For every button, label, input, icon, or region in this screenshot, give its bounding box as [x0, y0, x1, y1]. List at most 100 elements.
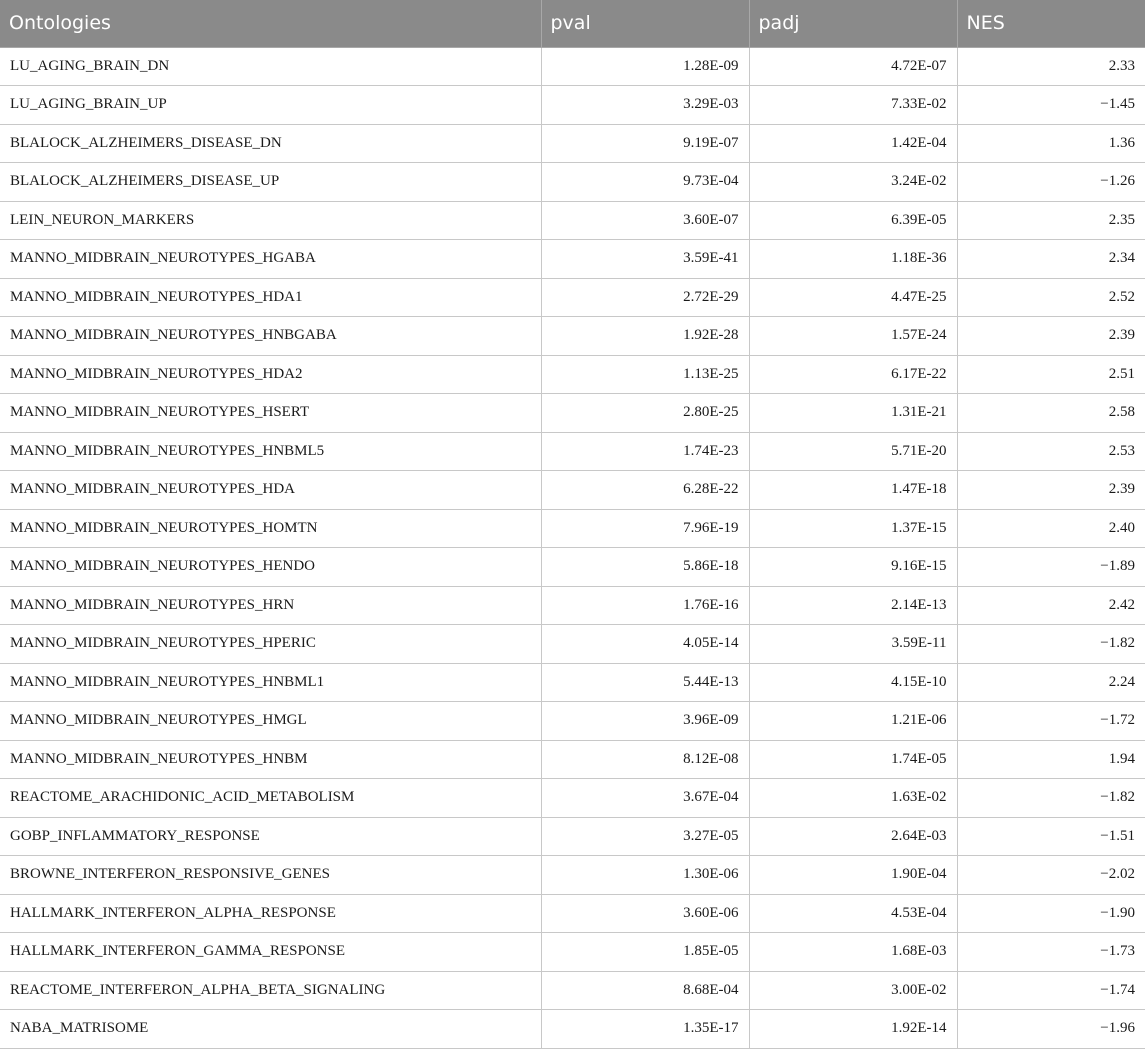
ontology-cell: MANNO_MIDBRAIN_NEUROTYPES_HENDO [0, 547, 542, 587]
nes-cell: −1.45 [956, 85, 1145, 125]
table-row: MANNO_MIDBRAIN_NEUROTYPES_HPERIC 4.05E-14… [0, 624, 1145, 664]
padj-cell: 2.64E-03 [748, 816, 958, 856]
table-row: LU_AGING_BRAIN_UP 3.29E-03 7.33E-02 −1.45 [0, 85, 1145, 125]
padj-cell: 1.31E-21 [748, 393, 958, 433]
ontology-table: Ontologies pval padj NES LU_AGING_BRAIN_… [0, 0, 1145, 1049]
pval-cell: 1.28E-09 [540, 46, 750, 86]
padj-cell: 6.39E-05 [748, 200, 958, 240]
table-row: MANNO_MIDBRAIN_NEUROTYPES_HOMTN 7.96E-19 1… [0, 508, 1145, 548]
pval-cell: 4.05E-14 [540, 624, 750, 664]
table-row: MANNO_MIDBRAIN_NEUROTYPES_HMGL 3.96E-09 1.… [0, 701, 1145, 741]
ontology-cell: MANNO_MIDBRAIN_NEUROTYPES_HNBM [0, 739, 542, 779]
padj-cell: 6.17E-22 [748, 354, 958, 394]
padj-cell: 1.57E-24 [748, 316, 958, 356]
table-row: MANNO_MIDBRAIN_NEUROTYPES_HDA2 1.13E-25 6.… [0, 354, 1145, 394]
table-row: MANNO_MIDBRAIN_NEUROTYPES_HENDO 5.86E-18 9… [0, 547, 1145, 587]
table-row: NABA_MATRISOME 1.35E-17 1.92E-14 −1.96 [0, 1009, 1145, 1049]
ontology-cell: HALLMARK_INTERFERON_GAMMA_RESPONSE [0, 932, 542, 972]
pval-cell: 1.76E-16 [540, 585, 750, 625]
pval-cell: 5.86E-18 [540, 547, 750, 587]
pval-cell: 8.68E-04 [540, 970, 750, 1010]
nes-cell: −1.51 [956, 816, 1145, 856]
table-row: HALLMARK_INTERFERON_GAMMA_RESPONSE 1.85E-… [0, 932, 1145, 972]
nes-cell: 2.52 [956, 277, 1145, 317]
nes-cell: 2.42 [956, 585, 1145, 625]
ontology-cell: MANNO_MIDBRAIN_NEUROTYPES_HPERIC [0, 624, 542, 664]
ontology-cell: MANNO_MIDBRAIN_NEUROTYPES_HDA2 [0, 354, 542, 394]
nes-cell: −1.72 [956, 701, 1145, 741]
table-row: MANNO_MIDBRAIN_NEUROTYPES_HRN 1.76E-16 2.1… [0, 585, 1145, 625]
nes-cell: −1.74 [956, 970, 1145, 1010]
ontology-cell: HALLMARK_INTERFERON_ALPHA_RESPONSE [0, 893, 542, 933]
ontology-cell: MANNO_MIDBRAIN_NEUROTYPES_HNBGABA [0, 316, 542, 356]
padj-cell: 1.47E-18 [748, 470, 958, 510]
pval-cell: 3.60E-06 [540, 893, 750, 933]
ontology-cell: MANNO_MIDBRAIN_NEUROTYPES_HOMTN [0, 508, 542, 548]
table-row: MANNO_MIDBRAIN_NEUROTYPES_HNBGABA 1.92E-2… [0, 316, 1145, 356]
padj-cell: 4.15E-10 [748, 662, 958, 702]
padj-cell: 2.14E-13 [748, 585, 958, 625]
nes-cell: −1.26 [956, 162, 1145, 202]
padj-cell: 1.37E-15 [748, 508, 958, 548]
ontology-cell: MANNO_MIDBRAIN_NEUROTYPES_HRN [0, 585, 542, 625]
nes-cell: −1.89 [956, 547, 1145, 587]
nes-cell: 2.40 [956, 508, 1145, 548]
table-row: BLALOCK_ALZHEIMERS_DISEASE_UP 9.73E-04 3.2… [0, 162, 1145, 202]
ontology-cell: BROWNE_INTERFERON_RESPONSIVE_GENES [0, 855, 542, 895]
padj-cell: 1.63E-02 [748, 778, 958, 818]
table-row: BLALOCK_ALZHEIMERS_DISEASE_DN 9.19E-07 1.4… [0, 123, 1145, 163]
pval-cell: 5.44E-13 [540, 662, 750, 702]
padj-cell: 5.71E-20 [748, 431, 958, 471]
ontology-cell: REACTOME_ARACHIDONIC_ACID_METABOLISM [0, 778, 542, 818]
padj-cell: 4.47E-25 [748, 277, 958, 317]
ontology-cell: BLALOCK_ALZHEIMERS_DISEASE_UP [0, 162, 542, 202]
nes-cell: −1.73 [956, 932, 1145, 972]
pval-cell: 1.30E-06 [540, 855, 750, 895]
pval-cell: 8.12E-08 [540, 739, 750, 779]
padj-cell: 1.74E-05 [748, 739, 958, 779]
nes-cell: 2.35 [956, 200, 1145, 240]
padj-cell: 7.33E-02 [748, 85, 958, 125]
nes-cell: −1.82 [956, 624, 1145, 664]
ontology-cell: BLALOCK_ALZHEIMERS_DISEASE_DN [0, 123, 542, 163]
ontology-cell: MANNO_MIDBRAIN_NEUROTYPES_HSERT [0, 393, 542, 433]
table-row: MANNO_MIDBRAIN_NEUROTYPES_HSERT 2.80E-25 1… [0, 393, 1145, 433]
padj-cell: 3.00E-02 [748, 970, 958, 1010]
ontology-cell: LU_AGING_BRAIN_UP [0, 85, 542, 125]
table-row: GOBP_INFLAMMATORY_RESPONSE 3.27E-05 2.64E-… [0, 816, 1145, 856]
table-row: MANNO_MIDBRAIN_NEUROTYPES_HNBML5 1.74E-23… [0, 431, 1145, 471]
pval-cell: 1.92E-28 [540, 316, 750, 356]
table-row: MANNO_MIDBRAIN_NEUROTYPES_HDA1 2.72E-29 4.… [0, 277, 1145, 317]
ontology-cell: LEIN_NEURON_MARKERS [0, 200, 542, 240]
padj-cell: 1.92E-14 [748, 1009, 958, 1049]
pval-cell: 1.13E-25 [540, 354, 750, 394]
column-header-ontologies: Ontologies [0, 0, 542, 48]
ontology-cell: LU_AGING_BRAIN_DN [0, 46, 542, 86]
ontology-cell: MANNO_MIDBRAIN_NEUROTYPES_HNBML1 [0, 662, 542, 702]
table-row: MANNO_MIDBRAIN_NEUROTYPES_HGABA 3.59E-41 1… [0, 239, 1145, 279]
ontology-cell: MANNO_MIDBRAIN_NEUROTYPES_HGABA [0, 239, 542, 279]
pval-cell: 9.19E-07 [540, 123, 750, 163]
pval-cell: 3.59E-41 [540, 239, 750, 279]
nes-cell: 2.34 [956, 239, 1145, 279]
ontology-cell: MANNO_MIDBRAIN_NEUROTYPES_HNBML5 [0, 431, 542, 471]
nes-cell: 1.36 [956, 123, 1145, 163]
pval-cell: 3.60E-07 [540, 200, 750, 240]
table-row: HALLMARK_INTERFERON_ALPHA_RESPONSE 3.60E-… [0, 893, 1145, 933]
nes-cell: 2.58 [956, 393, 1145, 433]
pval-cell: 7.96E-19 [540, 508, 750, 548]
table-row: MANNO_MIDBRAIN_NEUROTYPES_HNBM 8.12E-08 1.… [0, 739, 1145, 779]
ontology-cell: MANNO_MIDBRAIN_NEUROTYPES_HDA [0, 470, 542, 510]
column-header-padj: padj [748, 0, 958, 48]
nes-cell: 2.53 [956, 431, 1145, 471]
nes-cell: −1.90 [956, 893, 1145, 933]
padj-cell: 4.53E-04 [748, 893, 958, 933]
nes-cell: −1.82 [956, 778, 1145, 818]
padj-cell: 4.72E-07 [748, 46, 958, 86]
ontology-cell: MANNO_MIDBRAIN_NEUROTYPES_HMGL [0, 701, 542, 741]
pval-cell: 9.73E-04 [540, 162, 750, 202]
nes-cell: 1.94 [956, 739, 1145, 779]
pval-cell: 1.35E-17 [540, 1009, 750, 1049]
table-row: LU_AGING_BRAIN_DN 1.28E-09 4.72E-07 2.33 [0, 46, 1145, 86]
table-row: MANNO_MIDBRAIN_NEUROTYPES_HNBML1 5.44E-13… [0, 662, 1145, 702]
